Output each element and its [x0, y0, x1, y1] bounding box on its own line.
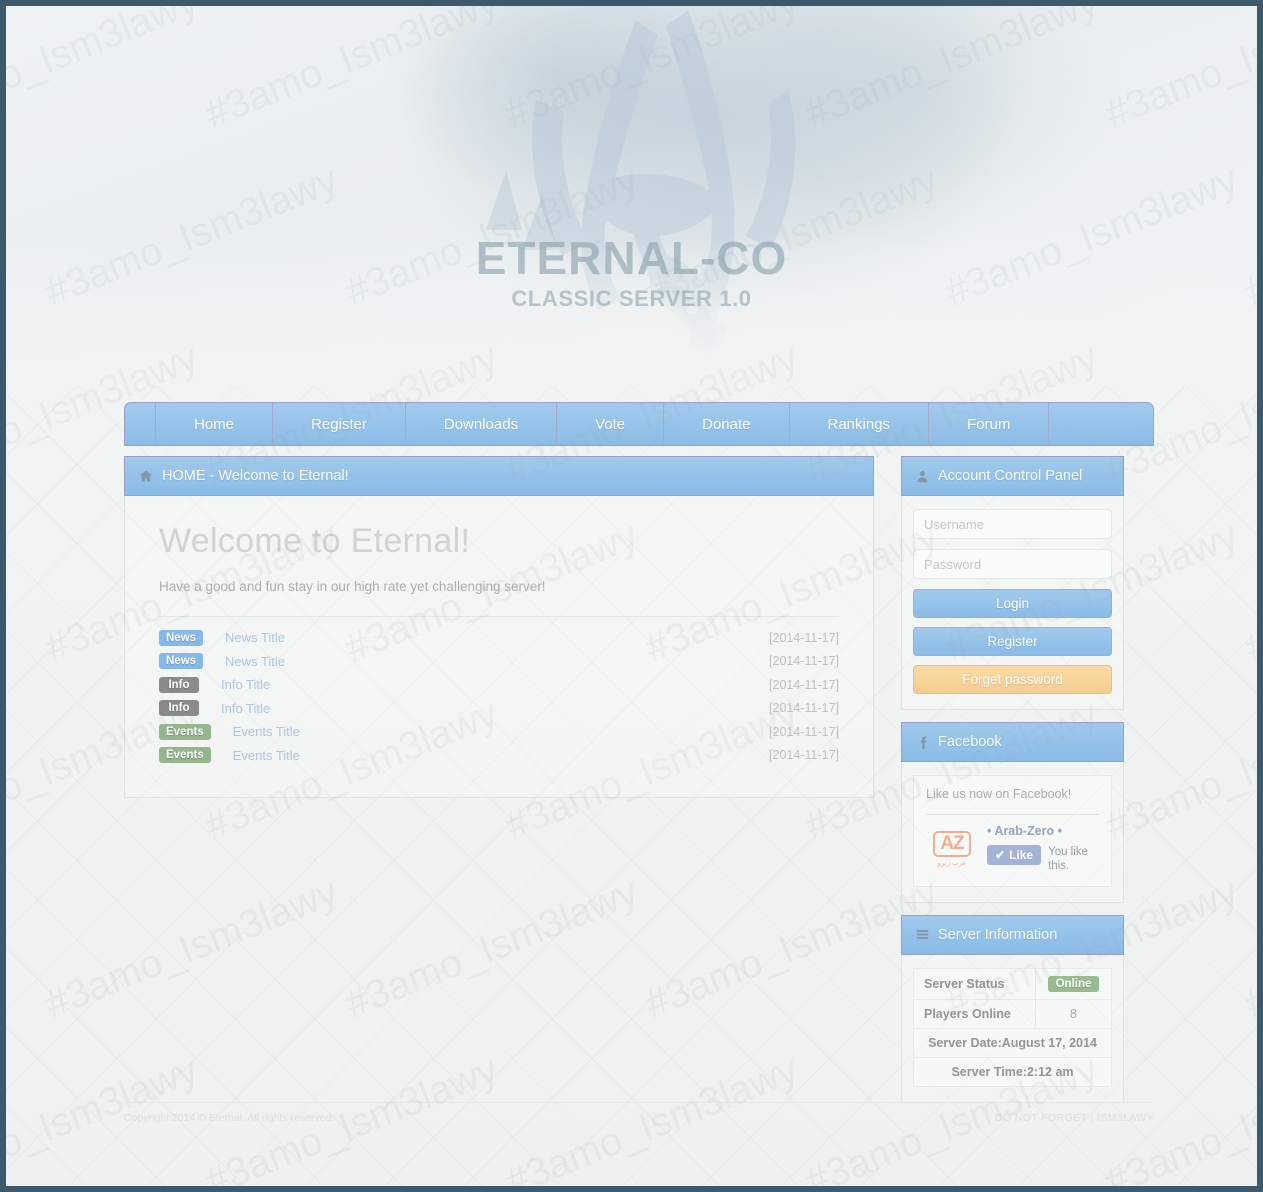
list-item[interactable]: Events Events Title [2014-11-17] — [159, 720, 839, 744]
server-info-header: Server Information — [901, 914, 1124, 955]
players-online-label: Players Online — [913, 998, 1036, 1029]
server-information-panel: Server Information Server Status Online — [901, 914, 1124, 1103]
breadcrumb: HOME - Welcome to Eternal! — [124, 456, 874, 496]
table-row: Server Status Online — [913, 967, 1112, 1000]
news-title-link[interactable]: Events Title — [233, 724, 300, 739]
news-date: [2014-11-17] — [769, 677, 839, 692]
check-icon: ✔ — [995, 848, 1006, 862]
facebook-panel-header: Facebook — [901, 722, 1124, 762]
arab-zero-logo-text: AZ — [933, 830, 971, 857]
server-info-table: Server Status Online Players Online 8 Se — [913, 967, 1112, 1087]
page-title: Welcome to Eternal! — [159, 522, 471, 560]
nav-item-home[interactable]: Home — [155, 403, 272, 445]
badge-events: Events — [159, 747, 211, 764]
login-button[interactable]: Login — [913, 589, 1112, 618]
status-badge: Online — [1047, 975, 1100, 992]
server-time-row: Server Time:2:12 am — [913, 1056, 1112, 1087]
players-online-value: 8 — [1035, 998, 1112, 1029]
nav-item-vote[interactable]: Vote — [556, 403, 663, 445]
page-root: ETERNAL-CO CLASSIC SERVER 1.0 Home Regis… — [6, 6, 1257, 1186]
badge-info: Info — [159, 700, 199, 717]
news-title-link[interactable]: News Title — [225, 630, 285, 645]
badge-news: News — [159, 653, 204, 670]
news-title-link[interactable]: Events Title — [233, 748, 300, 763]
arab-zero-logo-icon: AZ عرب زيرو — [926, 824, 978, 874]
main-container: Home Register Downloads Vote Donate Rank… — [124, 402, 1154, 1115]
news-date: [2014-11-17] — [769, 654, 839, 669]
badge-events: Events — [159, 723, 211, 740]
nav-item-forum[interactable]: Forum — [928, 403, 1048, 445]
news-title-link[interactable]: News Title — [225, 654, 285, 669]
content-columns: HOME - Welcome to Eternal! Welcome to Et… — [124, 456, 1154, 1115]
table-row: Server Time:2:12 am — [913, 1056, 1112, 1087]
list-item[interactable]: Events Events Title [2014-11-17] — [159, 744, 839, 768]
news-date: [2014-11-17] — [769, 748, 839, 763]
badge-news: News — [159, 629, 204, 646]
page-subtitle: Have a good and fun stay in our high rat… — [159, 579, 546, 594]
footer-copyright: Copyright 2014 © Eternal. All rights res… — [124, 1112, 335, 1124]
watermark-text: #3amo_Ism3lawy — [1238, 869, 1257, 1027]
news-list: News News Title [2014-11-17] News News T… — [159, 616, 839, 767]
account-panel-title: Account Control Panel — [938, 468, 1083, 484]
main-column: HOME - Welcome to Eternal! Welcome to Et… — [124, 456, 874, 1115]
footer: Copyright 2014 © Eternal. All rights res… — [124, 1102, 1154, 1124]
user-icon — [916, 470, 929, 483]
nav-item-donate[interactable]: Donate — [663, 403, 788, 445]
news-title-link[interactable]: Info Title — [221, 677, 270, 692]
facebook-page-name: • Arab-Zero • — [987, 824, 1062, 838]
arab-zero-logo-subtext: عرب زيرو — [937, 859, 967, 867]
forget-password-button[interactable]: Forget password — [913, 665, 1112, 694]
sidebar: Account Control Panel Login Register For… — [901, 456, 1124, 1115]
news-date: [2014-11-17] — [769, 724, 839, 739]
register-button[interactable]: Register — [913, 627, 1112, 656]
nav-item-downloads[interactable]: Downloads — [404, 403, 556, 445]
list-icon — [916, 928, 929, 941]
facebook-panel-body: Like us now on Facebook! AZ عرب زيرو • A… — [901, 762, 1124, 903]
footer-credit: DO NOT FORGET | ISM3LAWY — [994, 1112, 1154, 1124]
facebook-page-info: • Arab-Zero • ✔ Like You like this. — [987, 824, 1099, 874]
facebook-page-row: AZ عرب زيرو • Arab-Zero • ✔ Like You lik… — [926, 814, 1099, 874]
list-item[interactable]: Info Info Title [2014-11-17] — [159, 673, 839, 697]
badge-info: Info — [159, 676, 199, 693]
server-status-label: Server Status — [913, 967, 1036, 1000]
server-status-cell: Online — [1035, 967, 1112, 1000]
home-icon — [139, 469, 153, 483]
table-row: Server Date:August 17, 2014 — [913, 1027, 1112, 1058]
nav-item-rankings[interactable]: Rankings — [788, 403, 929, 445]
watermark-text: #3amo_Ism3lawy — [1238, 513, 1257, 671]
table-row: Players Online 8 — [913, 998, 1112, 1029]
nav-right-cap — [1048, 403, 1153, 445]
facebook-like-us-text: Like us now on Facebook! — [926, 787, 1072, 801]
password-input[interactable] — [913, 549, 1112, 579]
facebook-icon — [916, 735, 929, 749]
content-panel: Welcome to Eternal! Have a good and fun … — [124, 496, 874, 798]
facebook-you-like-text: You like this. — [1048, 846, 1088, 873]
news-date: [2014-11-17] — [769, 701, 839, 716]
server-date-row: Server Date:August 17, 2014 — [913, 1027, 1112, 1058]
facebook-like-box: Like us now on Facebook! AZ عرب زيرو • A… — [913, 775, 1112, 887]
facebook-like-row: ✔ Like You like this. — [987, 845, 1099, 874]
account-control-panel: Account Control Panel Login Register For… — [901, 456, 1124, 710]
breadcrumb-text: HOME - Welcome to Eternal! — [162, 468, 349, 484]
hero-fade-overlay — [6, 236, 1257, 386]
facebook-panel: Facebook Like us now on Facebook! AZ عرب… — [901, 722, 1124, 903]
nav-left-cap — [125, 403, 155, 445]
account-panel-body: Login Register Forget password — [901, 496, 1124, 710]
server-info-body: Server Status Online Players Online 8 Se — [901, 954, 1124, 1103]
facebook-panel-title: Facebook — [938, 734, 1002, 750]
news-title-link[interactable]: Info Title — [221, 701, 270, 716]
list-item[interactable]: Info Info Title [2014-11-17] — [159, 697, 839, 721]
main-navigation: Home Register Downloads Vote Donate Rank… — [124, 402, 1154, 446]
hero-banner: ETERNAL-CO CLASSIC SERVER 1.0 — [6, 6, 1257, 386]
facebook-like-button[interactable]: ✔ Like — [987, 845, 1042, 865]
server-info-title: Server Information — [938, 926, 1058, 943]
nav-item-register[interactable]: Register — [272, 403, 405, 445]
list-item[interactable]: News News Title [2014-11-17] — [159, 650, 839, 674]
list-item[interactable]: News News Title [2014-11-17] — [159, 626, 839, 650]
facebook-like-label: Like — [1009, 848, 1034, 862]
username-input[interactable] — [913, 509, 1112, 539]
news-date: [2014-11-17] — [769, 630, 839, 645]
account-panel-header: Account Control Panel — [901, 456, 1124, 496]
